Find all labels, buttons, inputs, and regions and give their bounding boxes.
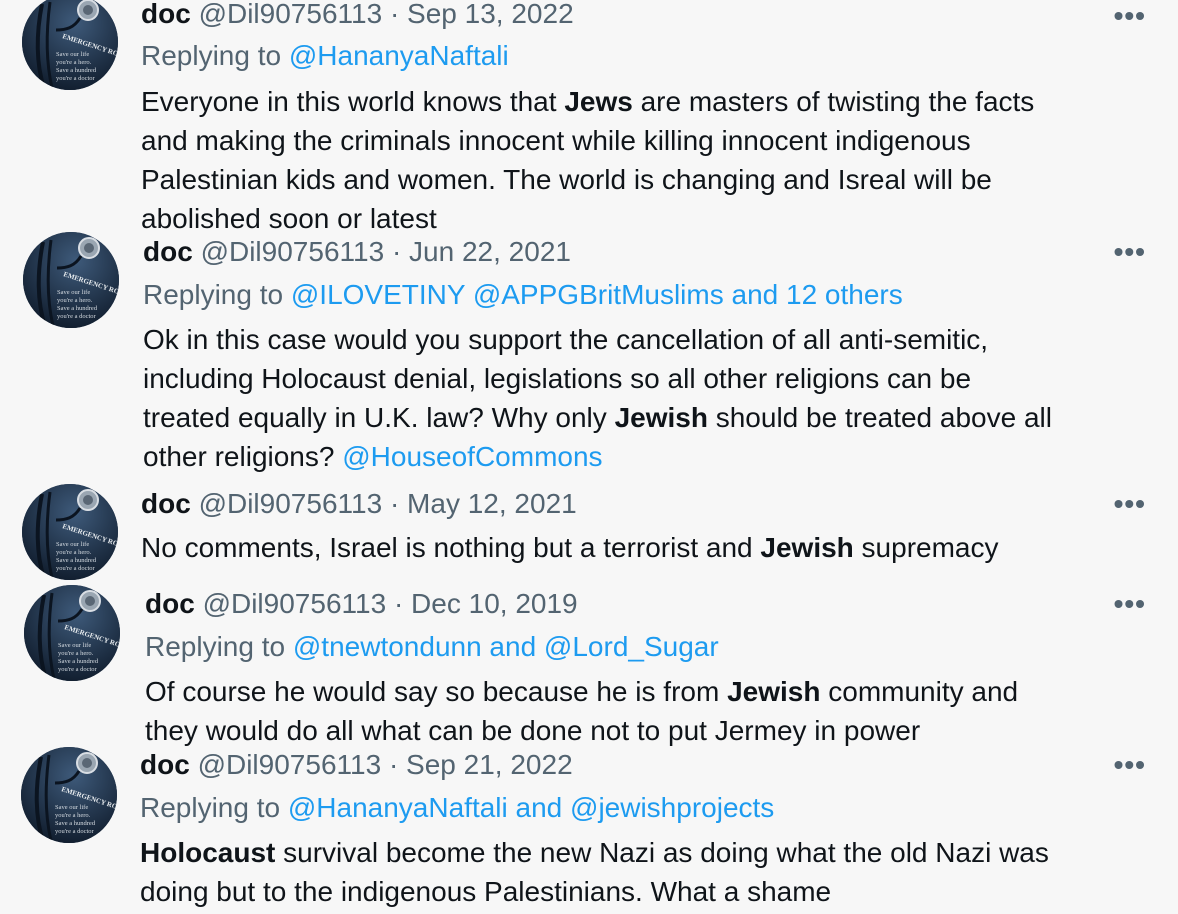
avatar[interactable]: EMERGENCY ROOM Save our life you're a hero… [22, 484, 118, 580]
avatar-image: EMERGENCY ROOMSave our lifeyou're a hero… [22, 0, 118, 90]
separator: · [391, 236, 402, 267]
replying-to-label: Replying to [141, 40, 282, 71]
replying-to: Replying to @tnewtondunn and @Lord_Sugar [145, 631, 719, 663]
tweet-text: Of course he would say so because he is … [145, 672, 1018, 750]
text-line: and making the criminals innocent while … [141, 125, 971, 156]
replying-to: Replying to @HananyaNaftali and @jewishp… [140, 792, 774, 824]
text-line: Of course he would say so because he is … [145, 676, 1019, 707]
avatar[interactable]: EMERGENCY ROOM Save our life you're a hero… [22, 0, 118, 90]
separator: · [393, 588, 404, 619]
tweet-text: Everyone in this world knows that Jews a… [141, 82, 1034, 238]
tweet-date[interactable]: Sep 21, 2022 [406, 749, 573, 780]
avatar[interactable]: EMERGENCY ROOM Save our life you're a hero… [21, 747, 117, 843]
more-options-icon[interactable]: ••• [1114, 590, 1146, 618]
avatar-image: EMERGENCY ROOMSave our lifeyou're a hero… [22, 484, 118, 580]
mention-link[interactable]: @HouseofCommons [342, 441, 602, 472]
more-options-icon[interactable]: ••• [1114, 490, 1146, 518]
text-line: Everyone in this world knows that Jews a… [141, 86, 1035, 117]
avatar-caption-text: you're a doctor [55, 828, 95, 835]
avatar-caption-text: you're a hero. [56, 59, 92, 66]
avatar-caption-text: you're a hero. [58, 650, 94, 657]
avatar-caption-text: Save our life [56, 541, 89, 548]
avatar-caption-text: you're a hero. [56, 549, 92, 556]
replying-to-label: Replying to [140, 792, 281, 823]
avatar-caption-text: Save a hundred [58, 658, 99, 665]
avatar-image: EMERGENCY ROOMSave our lifeyou're a hero… [23, 232, 119, 328]
avatar-caption-text: Save our life [55, 804, 88, 811]
avatar-caption-text: Save a hundred [55, 820, 96, 827]
replying-to-label: Replying to [143, 279, 284, 310]
text-line: No comments, Israel is nothing but a ter… [141, 532, 999, 563]
replying-to: Replying to @HananyaNaftali [141, 40, 509, 72]
display-name[interactable]: doc [141, 0, 191, 29]
replying-to-mention[interactable]: @HananyaNaftali and @jewishprojects [288, 792, 774, 823]
handle[interactable]: @Dil90756113 [199, 488, 383, 519]
text-line: other religions? @HouseofCommons [143, 441, 603, 472]
handle[interactable]: @Dil90756113 [201, 236, 385, 267]
avatar-image: EMERGENCY ROOMSave our lifeyou're a hero… [21, 747, 117, 843]
tweet-date[interactable]: Sep 13, 2022 [407, 0, 574, 29]
more-options-icon[interactable]: ••• [1114, 2, 1146, 30]
handle[interactable]: @Dil90756113 [199, 0, 383, 29]
tweet-date[interactable]: Jun 22, 2021 [409, 236, 571, 267]
avatar-caption-text: Save our life [56, 51, 89, 58]
avatar[interactable]: EMERGENCY ROOM Save our life you're a hero… [24, 585, 120, 681]
display-name[interactable]: doc [140, 749, 190, 780]
handle[interactable]: @Dil90756113 [203, 588, 387, 619]
text-line: Palestinian kids and women. The world is… [141, 164, 992, 195]
text-line: including Holocaust denial, legislations… [143, 363, 972, 394]
display-name[interactable]: doc [143, 236, 193, 267]
tweet-text: Holocaust survival become the new Nazi a… [140, 833, 1049, 911]
text-line: treated equally in U.K. law? Why only Je… [143, 402, 1052, 433]
text-line: abolished soon or latest [141, 203, 437, 234]
more-options-icon[interactable]: ••• [1114, 751, 1146, 779]
avatar[interactable]: EMERGENCY ROOM Save our life you're a hero… [23, 232, 119, 328]
avatar-caption-text: Save our life [58, 642, 91, 649]
avatar-caption-text: Save a hundred [56, 557, 97, 564]
avatar-caption-text: you're a doctor [58, 666, 98, 673]
text-line: doing but to the indigenous Palestinians… [140, 876, 832, 907]
text-line: they would do all what can be done not t… [145, 715, 921, 746]
tweet-header: doc @Dil90756113 · Sep 21, 2022 [140, 749, 573, 781]
display-name[interactable]: doc [141, 488, 191, 519]
avatar-caption-text: you're a doctor [56, 565, 96, 572]
avatar-caption-text: Save a hundred [57, 305, 98, 312]
replying-to-label: Replying to [145, 631, 286, 662]
avatar-caption-text: you're a doctor [56, 75, 96, 82]
tweet-header: doc @Dil90756113 · Sep 13, 2022 [141, 0, 574, 30]
more-options-icon[interactable]: ••• [1114, 238, 1146, 266]
text-line: Holocaust survival become the new Nazi a… [140, 837, 1049, 868]
avatar-image: EMERGENCY ROOMSave our lifeyou're a hero… [24, 585, 120, 681]
tweet-date[interactable]: May 12, 2021 [407, 488, 577, 519]
display-name[interactable]: doc [145, 588, 195, 619]
tweet-text: Ok in this case would you support the ca… [143, 320, 1052, 476]
tweet-date[interactable]: Dec 10, 2019 [411, 588, 578, 619]
tweet-header: doc @Dil90756113 · Jun 22, 2021 [143, 236, 571, 268]
replying-to-mention[interactable]: @HananyaNaftali [289, 40, 509, 71]
tweet-header: doc @Dil90756113 · Dec 10, 2019 [145, 588, 578, 620]
separator: · [389, 488, 400, 519]
avatar-caption-text: you're a doctor [57, 313, 97, 320]
replying-to: Replying to @ILOVETINY @APPGBritMuslims … [143, 279, 903, 311]
avatar-caption-text: Save our life [57, 289, 90, 296]
avatar-caption-text: Save a hundred [56, 67, 97, 74]
avatar-caption-text: you're a hero. [55, 812, 91, 819]
avatar-caption-text: you're a hero. [57, 297, 93, 304]
replying-to-mention[interactable]: @tnewtondunn and @Lord_Sugar [293, 631, 719, 662]
tweet-header: doc @Dil90756113 · May 12, 2021 [141, 488, 577, 520]
replying-to-mention[interactable]: @ILOVETINY @APPGBritMuslims and 12 other… [291, 279, 903, 310]
tweet-text: No comments, Israel is nothing but a ter… [141, 528, 999, 567]
separator: · [388, 749, 399, 780]
separator: · [389, 0, 400, 29]
text-line: Ok in this case would you support the ca… [143, 324, 989, 355]
handle[interactable]: @Dil90756113 [198, 749, 382, 780]
